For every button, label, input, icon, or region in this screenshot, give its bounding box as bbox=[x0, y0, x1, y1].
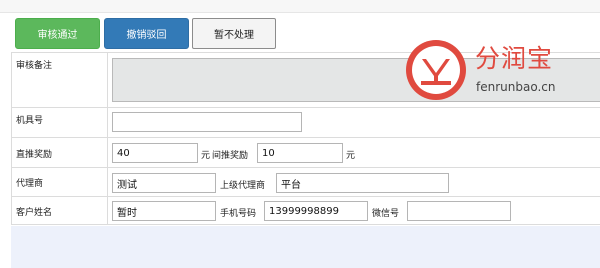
wechat-input[interactable] bbox=[407, 201, 511, 221]
direct-unit-text: 元 bbox=[201, 151, 211, 161]
parent-agent-input[interactable]: 平台 bbox=[276, 173, 449, 193]
approve-button[interactable]: 审核通过 bbox=[15, 18, 100, 49]
remark-label: 审核备注 bbox=[16, 61, 53, 71]
ignore-button[interactable]: 暂不处理 bbox=[192, 18, 276, 49]
phone-label: 手机号码 bbox=[220, 209, 257, 219]
direct-reward-label: 直推奖励 bbox=[16, 150, 53, 160]
machine-row: 机具号 bbox=[12, 107, 600, 137]
customer-row: 客户姓名 暂时 手机号码 13999998899 微信号 bbox=[12, 196, 600, 225]
indirect-reward-input[interactable]: 10 bbox=[257, 143, 343, 163]
footer-area bbox=[11, 226, 600, 268]
machine-input[interactable] bbox=[112, 112, 302, 132]
reject-button[interactable]: 撤销驳回 bbox=[104, 18, 189, 49]
column-divider bbox=[107, 197, 108, 224]
column-divider bbox=[107, 138, 108, 167]
indirect-unit-text: 元 bbox=[346, 151, 356, 161]
agent-row: 代理商 测试 上级代理商 平台 bbox=[12, 167, 600, 196]
brand-name-cn: 分润宝 bbox=[475, 44, 554, 73]
brand-domain: fenrunbao.cn bbox=[476, 80, 556, 94]
phone-input[interactable]: 13999998899 bbox=[264, 201, 368, 221]
reward-row: 直推奖励 40 元 间推奖励 10 元 bbox=[12, 137, 600, 167]
brand-watermark: 分润宝 fenrunbao.cn bbox=[400, 37, 580, 107]
machine-label: 机具号 bbox=[16, 116, 44, 126]
wechat-label: 微信号 bbox=[372, 209, 400, 219]
column-divider bbox=[107, 108, 108, 137]
parent-agent-label: 上级代理商 bbox=[220, 181, 266, 191]
direct-reward-input[interactable]: 40 bbox=[112, 143, 198, 163]
brand-logo-icon bbox=[406, 40, 466, 100]
customer-input[interactable]: 暂时 bbox=[112, 201, 216, 221]
indirect-reward-label: 间推奖励 bbox=[212, 151, 249, 161]
column-divider bbox=[107, 53, 108, 107]
column-divider bbox=[107, 168, 108, 196]
agent-label: 代理商 bbox=[16, 179, 44, 189]
agent-input[interactable]: 测试 bbox=[112, 173, 216, 193]
customer-label: 客户姓名 bbox=[16, 208, 53, 218]
